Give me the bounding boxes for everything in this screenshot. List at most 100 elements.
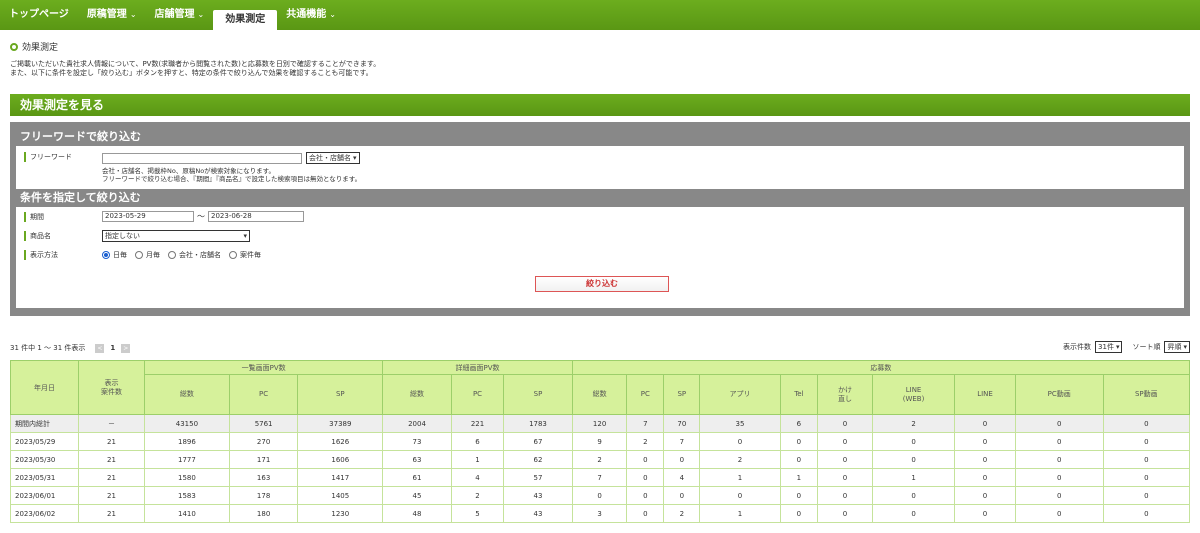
count-select-value: 31件	[1098, 343, 1114, 351]
subheader-cell: PC	[450, 374, 505, 415]
table-cell: 57	[503, 468, 573, 487]
chevron-down-icon: ▾	[1115, 343, 1120, 351]
conditions-body: 期間 2023-05-29 ～ 2023-06-28 商品名 指定しない ▾ 表…	[16, 207, 1184, 308]
table-cell: 1626	[297, 432, 384, 451]
chevron-down-icon: ⌄	[129, 10, 137, 19]
sort-label: ソート順	[1132, 343, 1161, 351]
subheader-cell: PC	[626, 374, 665, 415]
table-cell: 61	[382, 468, 452, 487]
nav-item-4[interactable]: 共通機能 ⌄	[277, 0, 345, 30]
group-list-pv: 一覧画面PV数	[143, 360, 384, 375]
table-row: 2023/06/02 21 1410 180 1230 48 5 43 3 0 2 1 0 0 0 0 0 0	[10, 504, 1191, 523]
subheader-cell: PC動画	[1014, 374, 1104, 415]
date-from-input[interactable]: 2023-05-29	[102, 211, 194, 222]
table-cell: 67	[503, 432, 573, 451]
table-cell: 0	[954, 504, 1016, 523]
product-label: 商品名	[16, 231, 102, 241]
subheader-cell: SP	[503, 374, 573, 415]
chevron-down-icon: ▾	[243, 232, 247, 240]
radio-option-1[interactable]: 月毎	[135, 250, 160, 260]
radio-label: 月毎	[146, 251, 160, 259]
table-cell: 37389	[297, 414, 384, 433]
prev-page-button[interactable]: <	[95, 343, 105, 353]
table-cell: 2004	[382, 414, 452, 433]
table-cell: 120	[571, 414, 628, 433]
table-row: 2023/05/30 21 1777 171 1606 63 1 62 2 0 0 2 0 0 0 0 0 0	[10, 450, 1191, 469]
table-cell: 0	[626, 468, 665, 487]
results-table: 年月日 表示 案件数 一覧画面PV数 詳細画面PV数 応募数 総数 PC SP 総数 P…	[10, 360, 1191, 523]
radio-label: 案件毎	[240, 251, 261, 259]
subheader-cell: Tel	[779, 374, 819, 415]
table-cell: 0	[1014, 450, 1104, 469]
radio-option-0[interactable]: 日毎	[102, 250, 127, 260]
table-cell: 21	[78, 504, 145, 523]
freeword-target-value: 会社・店舗名	[309, 154, 351, 162]
radio-option-3[interactable]: 案件毎	[229, 250, 261, 260]
freeword-target-select[interactable]: 会社・店舗名 ▾	[306, 152, 360, 164]
table-cell: 1583	[144, 486, 230, 505]
table-cell: 180	[228, 504, 299, 523]
tilde: ～	[197, 212, 205, 221]
table-cell: 0	[871, 504, 956, 523]
table-cell: 2023/05/29	[10, 432, 79, 451]
table-cell: 35	[699, 414, 781, 433]
sort-select[interactable]: 昇順 ▾	[1164, 341, 1190, 353]
table-cell: 1783	[503, 414, 573, 433]
subheader-cell: LINE	[954, 374, 1016, 415]
nav-item-1[interactable]: 原稿管理 ⌄	[78, 0, 146, 30]
table-cell: 1896	[144, 432, 230, 451]
table-cell: 1777	[144, 450, 230, 469]
table-cell: 2	[626, 432, 665, 451]
subheader-cell: SP	[297, 374, 384, 415]
table-cell: 0	[871, 432, 956, 451]
table-cell: 21	[78, 432, 145, 451]
radio-icon	[102, 251, 110, 259]
label-bar-icon	[24, 152, 26, 162]
table-row: 期間内総計－ 43150 5761 37389 2004 221 1783 120 7 70 35 6…	[10, 414, 1191, 433]
display-label-text: 表示方法	[30, 251, 58, 259]
filter-submit-button[interactable]: 絞り込む	[535, 276, 669, 292]
table-cell: 2	[699, 450, 781, 469]
table-cell: 2	[571, 450, 628, 469]
table-cell: －	[78, 414, 145, 433]
table-cell: 0	[954, 468, 1016, 487]
product-select[interactable]: 指定しない ▾	[102, 230, 250, 242]
table-cell: 0	[699, 486, 781, 505]
display-label: 表示方法	[16, 250, 102, 260]
nav-item-3[interactable]: 効果測定	[213, 10, 278, 30]
count-label: 表示件数	[1063, 343, 1092, 351]
chevron-down-icon: ⌄	[197, 10, 205, 19]
subheader-cell: アプリ	[699, 374, 781, 415]
table-cell: 1	[779, 468, 819, 487]
table-cell: 4	[663, 468, 701, 487]
table-cell: 63	[382, 450, 452, 469]
nav-item-0[interactable]: トップページ	[0, 0, 78, 30]
table-cell: 5761	[228, 414, 299, 433]
table-cell: 2	[663, 504, 701, 523]
count-select[interactable]: 31件 ▾	[1095, 341, 1123, 353]
label-bar-icon	[24, 211, 26, 222]
date-to-input[interactable]: 2023-06-28	[208, 211, 304, 222]
nav-item-2[interactable]: 店舗管理 ⌄	[146, 0, 214, 30]
next-page-button[interactable]: >	[121, 343, 131, 353]
freeword-input[interactable]	[102, 152, 302, 164]
table-cell: 1230	[297, 504, 384, 523]
page-number[interactable]: 1	[110, 344, 115, 352]
table-cell: 1	[450, 450, 505, 469]
table-cell: 0	[1014, 468, 1104, 487]
subheader-cell: PC	[228, 374, 299, 415]
table-cell: 178	[228, 486, 299, 505]
table-cell: 3	[571, 504, 628, 523]
top-nav: トップページ 原稿管理 ⌄ 店舗管理 ⌄ 効果測定 共通機能 ⌄	[0, 0, 1200, 30]
chevron-down-icon: ▾	[1183, 343, 1187, 351]
freeword-label-text: フリーワード	[30, 153, 72, 161]
radio-option-2[interactable]: 会社・店舗名	[168, 250, 221, 260]
page-description: ご掲載いただいた貴社求人情報について、PV数(求職者から閲覧された数)と応募数を…	[10, 60, 380, 78]
col-count: 表示 案件数	[78, 360, 145, 415]
description-line-1: ご掲載いただいた貴社求人情報について、PV数(求職者から閲覧された数)と応募数を…	[10, 60, 381, 68]
display-mode-radios: 日毎 月毎 会社・店舗名 案件毎	[102, 250, 269, 260]
table-cell: 2023/06/01	[10, 486, 79, 505]
chevron-down-icon: ▾	[353, 154, 357, 162]
table-cell: 0	[817, 486, 873, 505]
freeword-note-2: フリーワードで絞り込む場合、『期間』『商品名』で設定した検索項目は無効となります…	[102, 175, 362, 183]
